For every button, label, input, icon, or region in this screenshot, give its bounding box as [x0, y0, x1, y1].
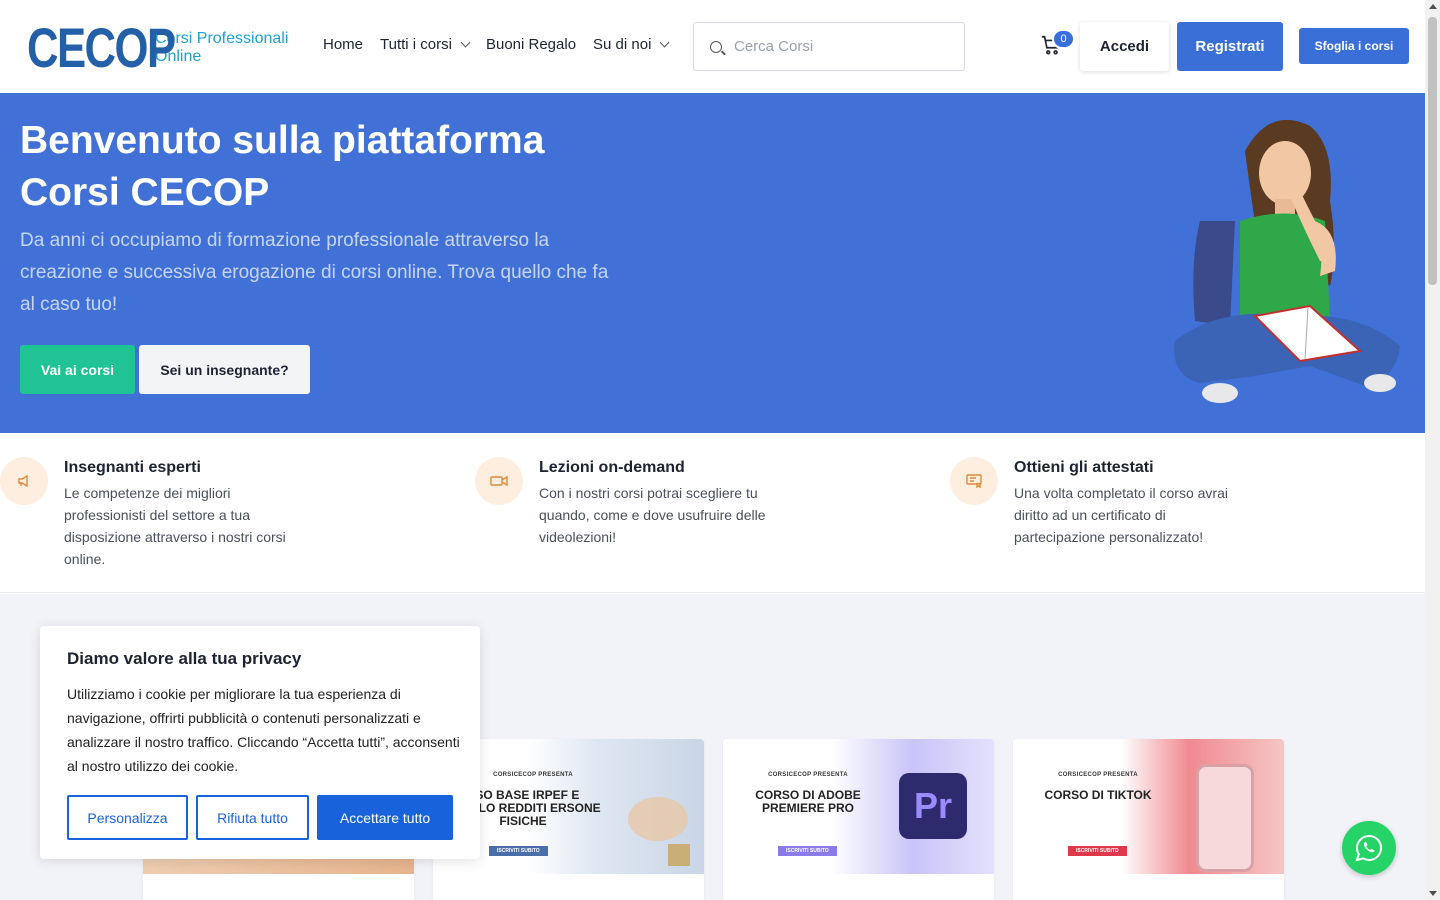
nav-all-courses-label: Tutti i corsi [380, 36, 452, 53]
scrollbar-thumb[interactable] [1428, 17, 1437, 285]
feature-text: Le competenze dei migliori professionist… [64, 485, 286, 567]
search-input[interactable] [734, 38, 934, 55]
register-button[interactable]: Registrati [1177, 22, 1283, 71]
search-icon [710, 40, 722, 53]
logo-subtitle-line1: Corsi Professionali [155, 30, 289, 47]
logo-subtitle: Corsi Professionali Online [155, 30, 288, 66]
nav-home[interactable]: Home [323, 36, 363, 53]
login-button[interactable]: Accedi [1080, 22, 1169, 71]
nav-home-label: Home [323, 36, 364, 53]
course-brand: CORSICECOP PRESENTA [1058, 772, 1138, 778]
course-search [693, 22, 965, 71]
feature-text: Una volta completato il corso avrai diri… [1014, 485, 1228, 545]
cookie-text: Utilizziamo i cookie per migliorare la t… [67, 686, 460, 774]
cookie-reject-button[interactable]: Rifiuta tutto [196, 795, 309, 840]
feature-title: Lezioni on-demand [539, 459, 685, 476]
course-title: CORSO DI TIKTOK [1044, 788, 1152, 802]
scroll-down-arrow-icon[interactable] [1429, 891, 1437, 896]
course-cta-badge: ISCRIVITI SUBITO [489, 846, 548, 856]
premiere-logo: Pr [899, 773, 967, 839]
logo-mark: CECOP [27, 16, 176, 79]
megaphone-icon [0, 457, 48, 505]
main-nav: Home Tutti i corsi Buoni Regalo Su di no… [323, 36, 670, 53]
course-brand: CORSICECOP PRESENTA [768, 772, 848, 778]
course-title: CORSO DI ADOBE PREMIERE PRO [755, 788, 861, 815]
course-card[interactable]: Pr CORSICECOP PRESENTA CORSO DI ADOBE PR… [723, 739, 994, 900]
hero-title: Benvenuto sulla piattaforma Corsi CECOP [20, 119, 545, 214]
nav-about-label: Su di noi [593, 36, 652, 53]
go-to-courses-button[interactable]: Vai ai corsi [20, 345, 135, 394]
scroll-up-arrow-icon[interactable] [1429, 4, 1437, 9]
site-header: CECOP Corsi Professionali Online Home Tu… [0, 0, 1425, 93]
chevron-down-icon [659, 37, 670, 48]
whatsapp-icon [1355, 834, 1383, 862]
video-camera-icon [475, 457, 523, 505]
feature-title: Ottieni gli attestati [1014, 459, 1154, 476]
cookie-title: Diamo valore alla tua privacy [67, 649, 302, 668]
course-thumbnail: CORSICECOP PRESENTA CORSO DI TIKTOK ISCR… [1013, 739, 1284, 874]
features-section: Insegnanti esperti Le competenze dei mig… [0, 433, 1425, 593]
site-logo[interactable]: CECOP Corsi Professionali Online [27, 20, 288, 76]
hero-description: Da anni ci occupiamo di formazione profe… [20, 230, 609, 315]
course-thumbnail: Pr CORSICECOP PRESENTA CORSO DI ADOBE PR… [723, 739, 994, 874]
hero-banner: Benvenuto sulla piattaforma Corsi CECOP … [0, 93, 1425, 433]
certificate-icon [950, 457, 998, 505]
nav-gift-vouchers[interactable]: Buoni Regalo [486, 36, 576, 53]
nav-about[interactable]: Su di noi [593, 36, 670, 53]
phone-photo [1196, 764, 1254, 872]
coins-photo [628, 797, 690, 866]
course-cta-badge: ISCRIVITI SUBITO [1068, 846, 1127, 856]
browse-courses-button[interactable]: Sfoglia i corsi [1299, 28, 1409, 64]
chevron-down-icon [460, 37, 471, 48]
student-illustration [1174, 119, 1400, 403]
cookie-accept-button[interactable]: Accettare tutto [317, 795, 453, 840]
course-brand: CORSICECOP PRESENTA [493, 772, 573, 778]
whatsapp-chat-button[interactable] [1342, 821, 1396, 875]
cookie-customize-button[interactable]: Personalizza [67, 795, 188, 840]
are-you-teacher-button[interactable]: Sei un insegnante? [139, 345, 310, 394]
nav-gift-vouchers-label: Buoni Regalo [485, 36, 577, 53]
cookie-consent-banner: Diamo valore alla tua privacy Utilizziam… [40, 626, 480, 859]
feature-text: Con i nostri corsi potrai scegliere tu q… [539, 485, 766, 545]
course-card[interactable]: CORSICECOP PRESENTA CORSO DI TIKTOK ISCR… [1013, 739, 1284, 900]
logo-subtitle-line2: Online [155, 48, 202, 65]
course-cta-badge: ISCRIVITI SUBITO [778, 846, 837, 856]
cart-count-badge: 0 [1052, 29, 1075, 49]
premiere-logo-text: Pr [913, 785, 953, 826]
page-scrollbar[interactable] [1425, 0, 1440, 900]
feature-title: Insegnanti esperti [64, 459, 201, 476]
nav-all-courses[interactable]: Tutti i corsi [380, 36, 471, 53]
